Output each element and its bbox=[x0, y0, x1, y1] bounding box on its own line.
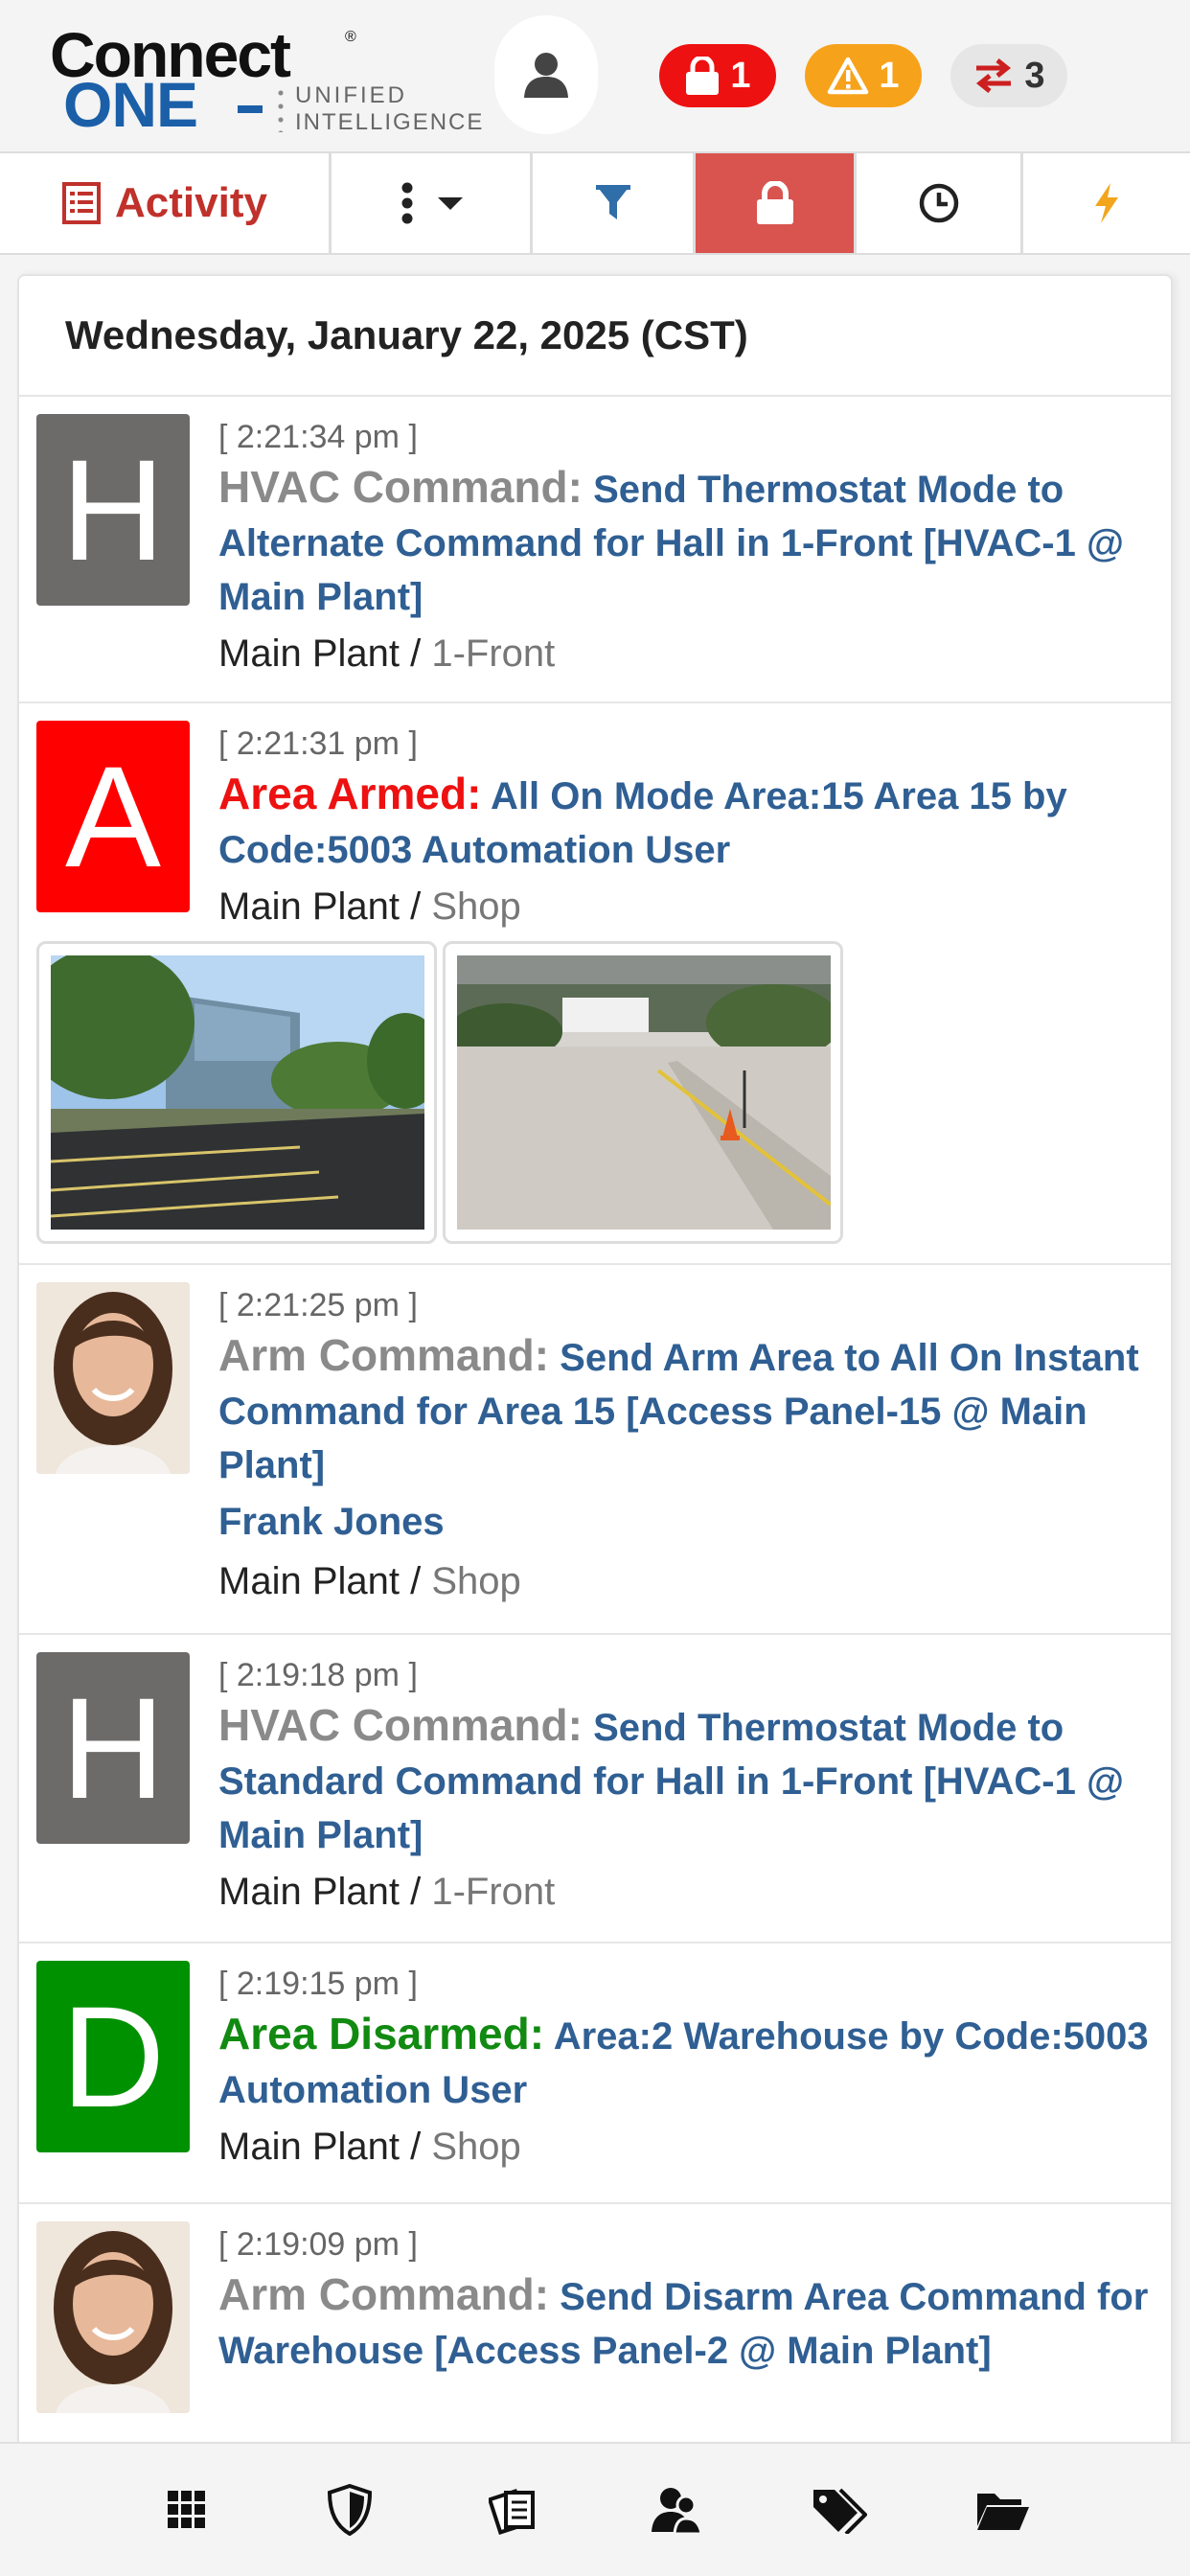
activity-feed: Wednesday, January 22, 2025 (CST) H [ 2:… bbox=[17, 274, 1173, 2469]
activity-entry[interactable]: A [ 2:21:31 pm ] Area Armed: All On Mode… bbox=[19, 703, 1171, 1265]
entry-site: Main Plant / bbox=[218, 1560, 422, 1602]
connectone-logo[interactable]: Connect ® ONE UNIFIED INTELLIGENCE bbox=[50, 21, 482, 140]
entry-letter-avatar: D bbox=[36, 1961, 190, 2152]
logo-dots bbox=[274, 86, 287, 132]
entry-area: 1-Front bbox=[431, 632, 556, 675]
activity-entry[interactable]: [ 2:19:09 pm ] Arm Command: Send Disarm … bbox=[19, 2204, 1171, 2453]
entry-time: [ 2:19:15 pm ] bbox=[218, 1966, 418, 2002]
clock-icon bbox=[919, 183, 958, 223]
lightning-bolt-icon bbox=[1095, 183, 1118, 223]
entry-letter-avatar: A bbox=[36, 721, 190, 912]
logo-tagline-intelligence: INTELLIGENCE bbox=[295, 109, 485, 135]
nav-dashboard[interactable] bbox=[156, 2479, 217, 2541]
logo-dash bbox=[238, 105, 263, 113]
entry-location: Main Plant / 1-Front bbox=[218, 624, 1156, 683]
activity-entry[interactable]: H [ 2:19:18 pm ] HVAC Command: Send Ther… bbox=[19, 1635, 1171, 1944]
entry-time: [ 2:19:18 pm ] bbox=[218, 1657, 418, 1693]
entry-time: [ 2:19:09 pm ] bbox=[218, 2226, 418, 2263]
quick-actions-button[interactable] bbox=[1023, 153, 1190, 253]
entry-category: Arm Command: bbox=[218, 1330, 550, 1380]
grid-icon bbox=[168, 2491, 206, 2528]
list-document-icon bbox=[62, 182, 102, 224]
bottom-navigation bbox=[0, 2442, 1190, 2576]
lock-icon bbox=[686, 57, 720, 95]
activity-entry[interactable]: D [ 2:19:15 pm ] Area Disarmed: Area:2 W… bbox=[19, 1944, 1171, 2204]
nav-tags[interactable] bbox=[809, 2479, 870, 2541]
camera-snapshot-driveway[interactable] bbox=[443, 941, 843, 1244]
entry-site: Main Plant / bbox=[218, 886, 422, 928]
shield-icon bbox=[328, 2484, 373, 2536]
reports-icon bbox=[488, 2489, 535, 2535]
logo-tagline-unified: UNIFIED bbox=[295, 82, 407, 108]
warning-alert-badge[interactable]: 1 bbox=[805, 44, 922, 107]
transfer-alert-badge[interactable]: 3 bbox=[950, 44, 1067, 107]
entry-site: Main Plant / bbox=[218, 632, 422, 675]
nav-security[interactable] bbox=[319, 2479, 380, 2541]
app-header: Connect ® ONE UNIFIED INTELLIGENCE 1 1 3 bbox=[0, 0, 1190, 153]
logo-word-one: ONE bbox=[63, 69, 198, 140]
tab-activity-label: Activity bbox=[115, 179, 267, 226]
entry-time: [ 2:21:34 pm ] bbox=[218, 419, 418, 455]
tab-activity[interactable]: Activity bbox=[0, 153, 332, 253]
transfer-alert-count: 3 bbox=[1024, 55, 1045, 96]
vertical-ellipsis-icon bbox=[401, 182, 412, 224]
entry-area: Shop bbox=[431, 1560, 521, 1602]
entry-category: Arm Command: bbox=[218, 2269, 550, 2319]
entry-area: 1-Front bbox=[431, 1871, 556, 1913]
user-icon bbox=[524, 53, 568, 98]
entry-category: Area Armed: bbox=[218, 769, 482, 818]
entry-site: Main Plant / bbox=[218, 2126, 422, 2168]
filter-button[interactable] bbox=[533, 153, 696, 253]
user-photo-avatar bbox=[36, 2221, 190, 2413]
entry-category: HVAC Command: bbox=[218, 462, 583, 512]
folder-icon bbox=[976, 2494, 1029, 2530]
activity-toolbar: Activity bbox=[0, 151, 1190, 255]
nav-reports[interactable] bbox=[483, 2479, 544, 2541]
entry-category: Area Disarmed: bbox=[218, 2009, 545, 2058]
lock-icon bbox=[756, 181, 793, 224]
transfer-arrows-icon bbox=[976, 58, 1012, 93]
entry-location: Main Plant / Shop bbox=[218, 877, 1156, 936]
activity-entry[interactable]: H [ 2:21:34 pm ] HVAC Command: Send Ther… bbox=[19, 397, 1171, 703]
logo-registered-mark: ® bbox=[345, 29, 356, 45]
user-profile-button[interactable] bbox=[494, 15, 598, 134]
entry-category: HVAC Command: bbox=[218, 1700, 583, 1750]
entry-letter-avatar: H bbox=[36, 414, 190, 606]
warning-icon bbox=[828, 57, 869, 95]
entry-area: Shop bbox=[431, 886, 521, 928]
entry-location: Main Plant / Shop bbox=[218, 2117, 1156, 2176]
entry-site: Main Plant / bbox=[218, 1871, 422, 1913]
camera-snapshots bbox=[19, 941, 1171, 1259]
entry-area: Shop bbox=[431, 2126, 521, 2168]
lockdown-alert-count: 1 bbox=[730, 55, 751, 96]
entry-letter-avatar: H bbox=[36, 1652, 190, 1844]
nav-files[interactable] bbox=[973, 2479, 1034, 2541]
more-options-dropdown[interactable] bbox=[332, 153, 533, 253]
entry-user[interactable]: Frank Jones bbox=[218, 1492, 1156, 1552]
history-button[interactable] bbox=[857, 153, 1023, 253]
tags-icon bbox=[813, 2488, 868, 2534]
caret-down-icon bbox=[437, 197, 463, 210]
nav-people[interactable] bbox=[646, 2479, 707, 2541]
date-header: Wednesday, January 22, 2025 (CST) bbox=[19, 276, 1171, 397]
lockdown-filter-tab[interactable] bbox=[696, 153, 857, 253]
camera-snapshot-parking-lot[interactable] bbox=[36, 941, 437, 1244]
filter-icon bbox=[595, 185, 630, 219]
entry-location: Main Plant / 1-Front bbox=[218, 1862, 1156, 1921]
activity-entry[interactable]: [ 2:21:25 pm ] Arm Command: Send Arm Are… bbox=[19, 1265, 1171, 1635]
user-photo-avatar bbox=[36, 1282, 190, 1474]
entry-time: [ 2:21:25 pm ] bbox=[218, 1287, 418, 1323]
entry-time: [ 2:21:31 pm ] bbox=[218, 725, 418, 762]
users-icon bbox=[652, 2488, 703, 2534]
lockdown-alert-badge[interactable]: 1 bbox=[659, 44, 776, 107]
entry-location: Main Plant / Shop bbox=[218, 1552, 1156, 1611]
warning-alert-count: 1 bbox=[879, 55, 900, 96]
